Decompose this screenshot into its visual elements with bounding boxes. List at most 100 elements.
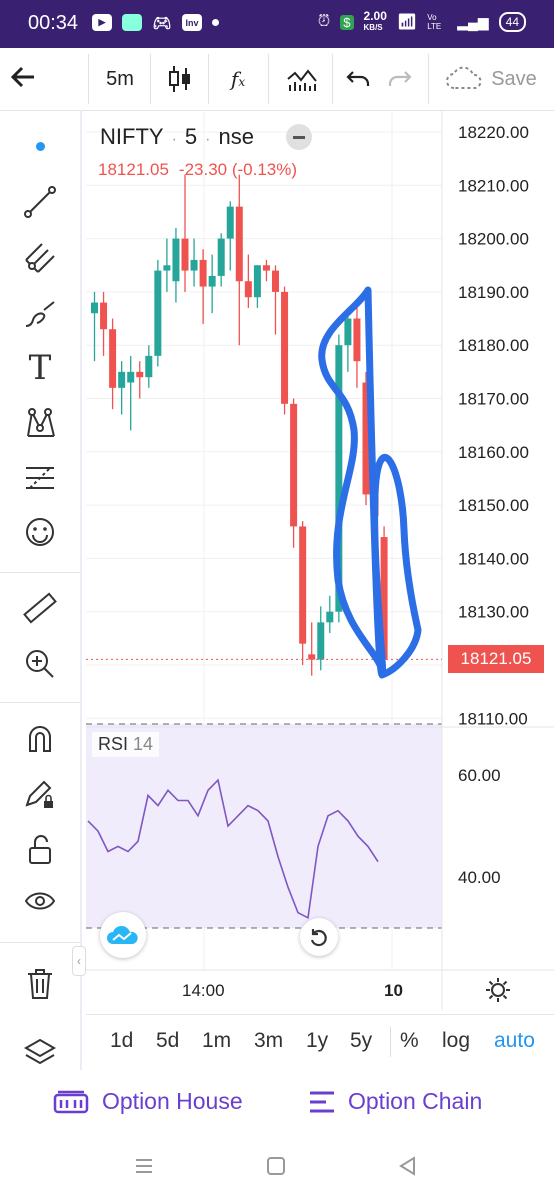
chart-template-icon (287, 69, 317, 91)
chart-area[interactable]: 18220.00 18210.00 18200.00 18190.00 18180.00… (86, 110, 554, 1068)
rsi-legend[interactable]: RSI 14 (92, 732, 160, 757)
cursor-dot-tool[interactable] (18, 124, 62, 168)
candle-body (272, 270, 279, 292)
time-label-day: 10 (384, 981, 403, 1000)
chart-settings-button[interactable] (484, 976, 512, 1004)
candle-body (281, 291, 289, 404)
unlock-tool[interactable] (18, 828, 62, 872)
visibility-tool[interactable] (18, 880, 62, 924)
measure-tool[interactable] (18, 586, 62, 630)
youtube-icon: ▶ (92, 14, 112, 31)
zoom-in-icon (26, 650, 54, 678)
volte-label: Vo LTE (427, 13, 442, 31)
status-bar: 00:34 ▶ 🎮︎ Inv ⏰︎ $ 2.00 KB/S 📶︎ Vo LTE … (0, 0, 554, 48)
indicators-button[interactable]: fx (212, 56, 264, 102)
candle-body (190, 259, 198, 271)
sidebar-divider (0, 942, 80, 943)
range-divider (390, 1027, 391, 1057)
candle-body (344, 318, 352, 346)
candle-body (91, 302, 98, 314)
price-tick-label: 18190.00 (458, 283, 529, 302)
tradingview-logo[interactable] (100, 912, 146, 958)
log-scale-button[interactable]: log (442, 1029, 470, 1053)
range-3m[interactable]: 3m (254, 1029, 283, 1053)
brush-icon (25, 301, 55, 327)
notification-icons: ▶ 🎮︎ Inv (92, 14, 219, 32)
save-button[interactable]: Save (436, 56, 546, 102)
trend-line-icon (24, 186, 56, 218)
emoji-tool[interactable] (18, 510, 62, 554)
candle-body (172, 238, 180, 282)
candle-body (290, 403, 298, 527)
back-triangle-icon (399, 1156, 415, 1176)
symbol-interval: 5 (184, 124, 198, 149)
text-tool[interactable]: T (18, 346, 62, 390)
undo-icon (346, 71, 370, 86)
home-square-icon (267, 1157, 285, 1175)
alarm-icon: ⏰︎ (317, 13, 331, 30)
undo-button[interactable] (338, 56, 378, 102)
inv-icon: Inv (182, 14, 202, 31)
magnet-icon (29, 726, 51, 752)
trend-line-tool[interactable] (18, 180, 62, 224)
lock-drawing-tool[interactable] (18, 772, 62, 816)
symbol-exchange: nse (218, 124, 254, 149)
brush-tool[interactable] (18, 292, 62, 336)
option-house-button[interactable]: Option House (52, 1088, 243, 1115)
unlock-icon (29, 835, 51, 864)
collapse-legend-button[interactable] (286, 124, 312, 150)
range-1m[interactable]: 1m (202, 1029, 231, 1053)
candle-body (208, 275, 216, 287)
candle-body (353, 318, 361, 362)
magnet-tool[interactable] (18, 716, 62, 760)
price-tick-label: 18180.00 (458, 336, 529, 355)
zoom-tool[interactable] (18, 642, 62, 686)
delete-tool[interactable] (18, 962, 62, 1006)
templates-button[interactable] (272, 56, 332, 102)
rsi-tick-label: 40.00 (458, 868, 501, 887)
app-icon (122, 14, 142, 31)
price-tick-label: 18200.00 (458, 230, 529, 249)
rsi-period: 14 (133, 734, 154, 754)
recents-nav-button[interactable] (134, 1156, 154, 1176)
range-5d[interactable]: 5d (156, 1029, 179, 1053)
pattern-tool[interactable] (18, 402, 62, 446)
collapse-handle[interactable]: ‹ (72, 946, 86, 976)
percent-scale-button[interactable]: % (400, 1029, 419, 1053)
toolbar-divider (88, 54, 89, 104)
chart-type-button[interactable] (154, 56, 206, 102)
smiley-icon (26, 518, 54, 546)
back-arrow-icon[interactable] (8, 62, 38, 94)
eye-icon (24, 892, 56, 910)
back-nav-button[interactable] (398, 1156, 418, 1176)
building-icon (53, 1090, 89, 1113)
auto-scale-button[interactable]: auto (494, 1029, 535, 1053)
pitchfork-tool[interactable] (18, 236, 62, 280)
candle-body (226, 206, 234, 239)
bottom-action-bar: Option House Option Chain (0, 1068, 554, 1140)
interval-button[interactable]: 5m (92, 56, 148, 102)
system-nav-bar (0, 1140, 554, 1200)
prediction-tool[interactable] (18, 456, 62, 500)
reset-chart-button[interactable] (300, 918, 338, 956)
candle-body (308, 654, 316, 660)
price-tick-label: 18130.00 (458, 603, 529, 622)
chart-toolbar: 5m fx Save (0, 48, 554, 111)
candle-body (181, 238, 189, 271)
cloud-logo-icon (107, 925, 138, 944)
range-1y[interactable]: 1y (306, 1029, 328, 1053)
rsi-label: RSI (98, 734, 129, 754)
range-1d[interactable]: 1d (110, 1029, 133, 1053)
candle-body (154, 270, 162, 356)
home-nav-button[interactable] (266, 1156, 286, 1176)
range-5y[interactable]: 5y (350, 1029, 372, 1053)
option-chain-button[interactable]: Option Chain (308, 1088, 482, 1115)
toolbar-divider (208, 54, 209, 104)
pitchfork-icon (25, 243, 55, 273)
symbol-name: NIFTY (100, 124, 164, 149)
symbol-header[interactable]: NIFTY · 5 · nse (100, 124, 254, 150)
pattern-icon (27, 408, 55, 437)
redo-button[interactable] (380, 56, 420, 102)
list-icon (310, 1091, 334, 1112)
net-speed: 2.00 KB/S (363, 9, 387, 32)
